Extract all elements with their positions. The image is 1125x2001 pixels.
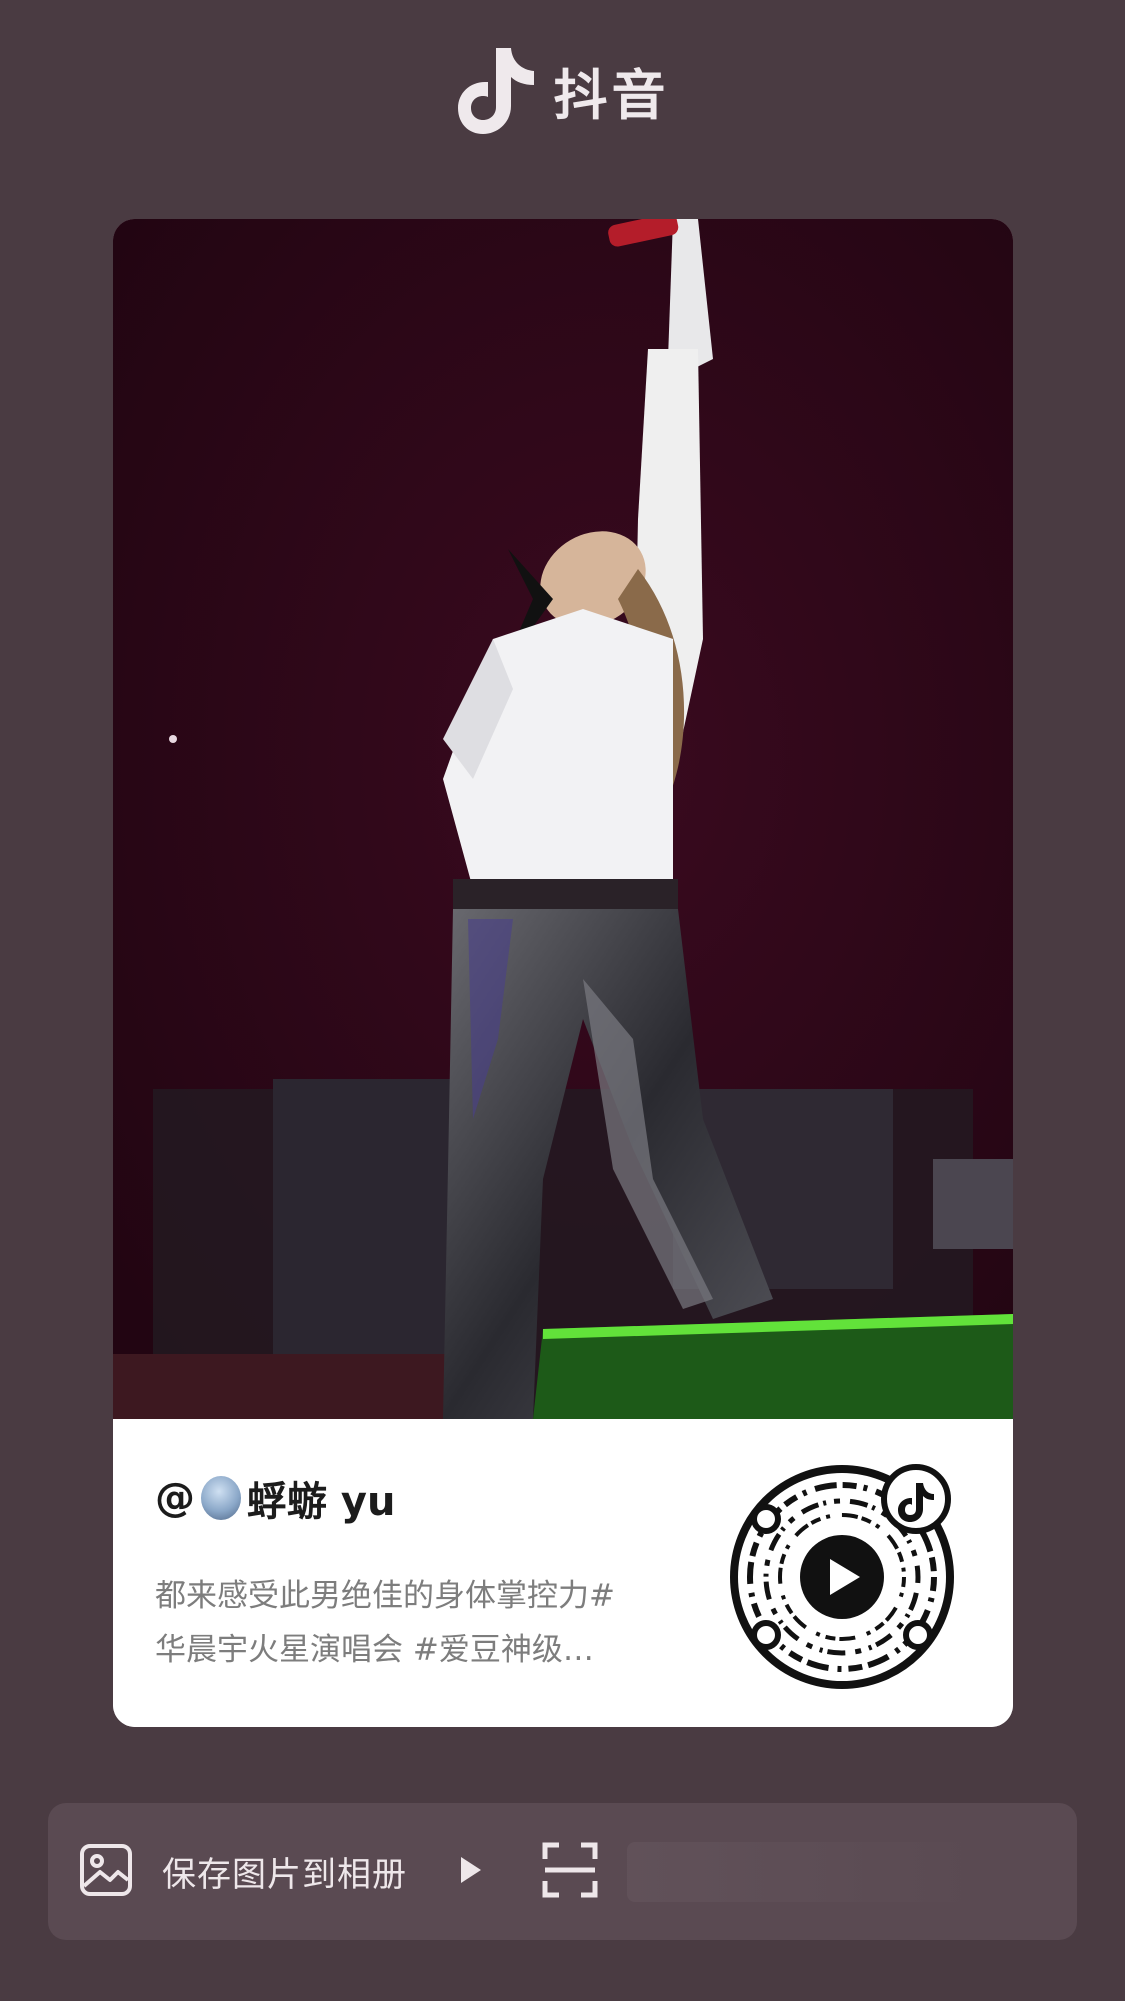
action-bar: 保存图片到相册 xyxy=(48,1803,1077,1940)
caption-line-2: 华晨宇火星演唱会 #爱豆神级… xyxy=(155,1632,594,1668)
douyin-logo-icon xyxy=(456,44,536,136)
avatar xyxy=(201,1476,241,1520)
at-symbol: @ xyxy=(155,1475,195,1521)
performer-photo xyxy=(113,219,1013,1419)
author-handle[interactable]: @ 蜉蝣 yu xyxy=(155,1469,395,1527)
blurred-placeholder xyxy=(627,1841,987,1902)
scan-icon[interactable] xyxy=(541,1841,599,1903)
save-to-album-label: 保存图片到相册 xyxy=(162,1855,407,1895)
video-qr-code[interactable] xyxy=(730,1459,960,1689)
share-card: @ 蜉蝣 yu 都来感受此男绝佳的身体掌控力# 华晨宇火星演唱会 #爱豆神级… xyxy=(113,219,1013,1727)
save-to-album-button[interactable]: 保存图片到相册 xyxy=(78,1842,407,1902)
image-icon xyxy=(78,1842,134,1902)
author-name: 蜉蝣 yu xyxy=(247,1479,396,1525)
brand-name: 抖音 xyxy=(553,63,670,127)
play-triangle-icon[interactable] xyxy=(459,1855,483,1889)
douyin-brand: 抖音 xyxy=(0,44,1125,136)
post-info-panel: @ 蜉蝣 yu 都来感受此男绝佳的身体掌控力# 华晨宇火星演唱会 #爱豆神级… xyxy=(113,1419,1013,1727)
caption-line-1: 都来感受此男绝佳的身体掌控力# xyxy=(155,1578,615,1614)
post-caption: 都来感受此男绝佳的身体掌控力# 华晨宇火星演唱会 #爱豆神级… xyxy=(155,1569,695,1677)
